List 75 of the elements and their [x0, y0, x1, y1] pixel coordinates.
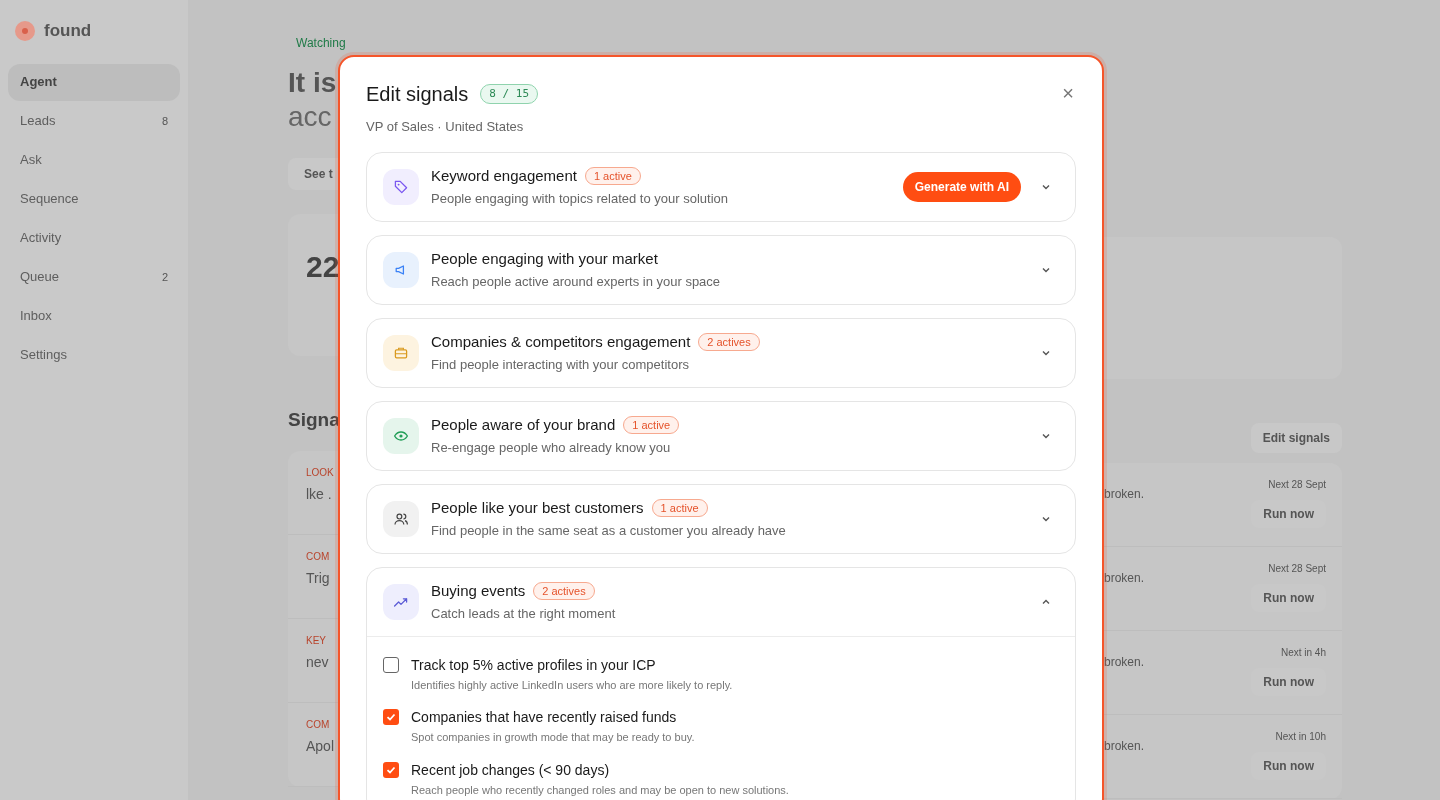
- section-header[interactable]: People aware of your brand 1 active Re-engage people who already know you: [367, 401, 1075, 470]
- generate-button[interactable]: Generate with AI: [902, 171, 1021, 202]
- count-text: 8: [161, 113, 168, 129]
- headline-text: It is: [288, 66, 338, 100]
- headline-text: acc: [288, 100, 333, 134]
- sidebar-item[interactable]: Activity: [8, 219, 180, 257]
- section-title: Signa: [288, 408, 338, 432]
- signal-tag: LOOK: [306, 464, 348, 480]
- active-badge: 2 actives: [533, 581, 595, 600]
- count-badge: 8 / 15: [480, 84, 539, 104]
- sidebar-item[interactable]: Settings: [8, 336, 180, 374]
- close-button[interactable]: ×: [1062, 83, 1074, 103]
- sidebar-item[interactable]: Ask: [8, 141, 180, 179]
- section-title: People engaging with your market: [431, 248, 658, 269]
- section-description: Re-engage people who already know you: [431, 439, 672, 457]
- section-title: Keyword engagement: [431, 165, 577, 186]
- section-header[interactable]: Keyword engagement 1 active People engaging with topics related to your solution Generate with AI: [367, 152, 1075, 221]
- section-header[interactable]: People engaging with your market Reach people active around experts in your space: [367, 235, 1075, 304]
- checkbox[interactable]: [383, 761, 399, 778]
- sidebar-item[interactable]: Queue 2: [8, 258, 180, 296]
- active-badge: 1 active: [651, 498, 708, 517]
- logo-text: found: [44, 20, 92, 42]
- section-title: People like your best customers: [431, 497, 644, 518]
- option-description: Spot companies in growth mode that may be ready to buy.: [411, 730, 695, 745]
- option-label: Track top 5% active profiles in your ICP: [411, 655, 657, 675]
- section-title: Companies & competitors engagement: [431, 331, 691, 352]
- check-icon: [386, 764, 396, 775]
- next-run-text: Next 28 Sept: [1268, 562, 1326, 576]
- stat-value: 22: [306, 252, 341, 282]
- signal-note: broken.: [1104, 654, 1145, 671]
- sidebar-item[interactable]: Sequence: [8, 180, 180, 218]
- checkbox[interactable]: [383, 709, 399, 725]
- section-description: Reach people active around experts in your space: [431, 273, 722, 291]
- signal-note: broken.: [1104, 738, 1145, 755]
- signal-tag: COM: [306, 548, 348, 564]
- checkbox[interactable]: [383, 656, 399, 673]
- signal-tag: COM: [306, 716, 348, 732]
- sidebar-item[interactable]: Inbox: [8, 297, 180, 335]
- option-label: Companies that have recently raised funds: [411, 708, 678, 727]
- section-header[interactable]: Companies & competitors engagement 2 actives Find people interacting with your competitors: [367, 318, 1075, 387]
- tag-icon: [393, 178, 409, 195]
- check-icon: [386, 712, 396, 722]
- signal-text: lke .: [306, 484, 333, 504]
- option-description: Identifies highly active LinkedIn users who are more likely to reply.: [411, 677, 733, 693]
- signal-text: Apol: [306, 736, 336, 756]
- section-title: Buying events: [431, 580, 526, 601]
- active-badge: 1 active: [623, 415, 680, 434]
- section-description: People engaging with topics related to your solution: [431, 190, 730, 208]
- signal-tag: KEY: [306, 632, 348, 648]
- active-badge: 1 active: [584, 166, 641, 185]
- section-header[interactable]: People like your best customers 1 active Find people in the same seat as a customer you already have: [367, 484, 1075, 553]
- section-title: People aware of your brand: [431, 414, 616, 435]
- option-label: Recent job changes (< 90 days): [411, 760, 611, 780]
- modal-title: Edit signals: [366, 82, 469, 107]
- count-text: 2: [161, 269, 168, 285]
- next-run-text: Next in 10h: [1275, 730, 1326, 744]
- section-description: Find people in the same seat as a customer you already have: [431, 522, 787, 540]
- edit-signals-button[interactable]: Edit signals: [1250, 423, 1342, 453]
- modal-subtitle: VP of Sales · United States: [366, 118, 525, 136]
- section-description: Catch leads at the right moment: [431, 605, 617, 623]
- next-run-text: Next 28 Sept: [1268, 478, 1326, 492]
- section-header[interactable]: Buying events 2 actives Catch leads at the right moment: [367, 567, 1075, 636]
- signal-note: broken.: [1104, 486, 1145, 503]
- see-button[interactable]: See t: [288, 158, 338, 190]
- status-text: Watching: [296, 35, 346, 52]
- sidebar-item[interactable]: Agent: [8, 63, 180, 101]
- section-description: Find people interacting with your competitors: [431, 356, 690, 374]
- option-description: Reach people who recently changed roles and may be open to new solutions.: [411, 782, 789, 798]
- signal-text: nev: [306, 652, 330, 672]
- logo-icon: [14, 19, 36, 42]
- next-run-text: Next in 4h: [1280, 646, 1326, 660]
- signal-text: Trig: [306, 568, 331, 588]
- signal-note: broken.: [1104, 570, 1145, 587]
- sidebar-item[interactable]: Leads 8: [8, 102, 180, 140]
- active-badge: 2 actives: [698, 332, 760, 351]
